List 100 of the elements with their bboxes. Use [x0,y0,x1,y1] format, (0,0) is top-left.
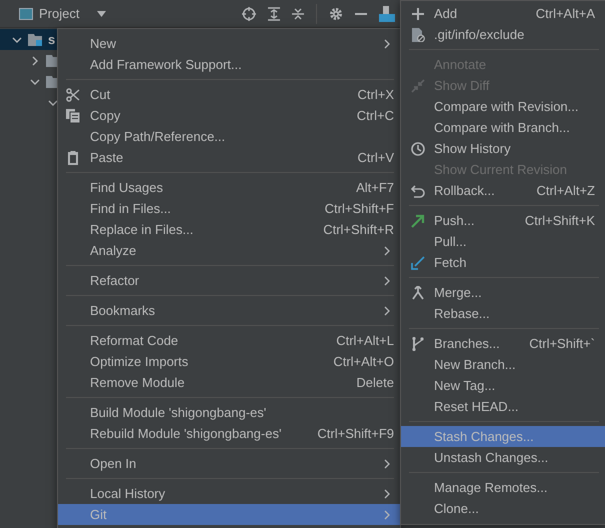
menu-item[interactable]: Clone... [401,498,605,519]
tree-item-label: s [48,32,56,47]
shortcut-label: Ctrl+Alt+A [536,6,595,21]
undo-arrow-icon [411,184,425,198]
menu-item-label: Copy [90,108,120,123]
menu-item[interactable]: Paste Ctrl+V [58,147,400,168]
menu-item[interactable]: Remove Module Delete [58,372,400,393]
menu-item-label: Find Usages [90,180,163,195]
diagonal-arrow-icon [411,214,425,228]
menu-item-label: Rebase... [434,306,490,321]
target-icon[interactable] [242,6,256,20]
menu-item-label: Cut [90,87,110,102]
shortcut-label: Alt+F7 [356,180,394,195]
menu-item[interactable]: New [58,33,400,54]
menu-item-label: Optimize Imports [90,354,188,369]
folder-icon [28,34,42,46]
chevron-icon[interactable] [30,56,40,66]
shortcut-label: Ctrl+Shift+F [324,201,394,216]
menu-item-label: Local History [90,486,166,501]
shortcut-label: Ctrl+Shift+K [524,213,595,228]
menu-item[interactable]: Add Framework Support... [58,54,400,75]
menu-item[interactable]: Copy Ctrl+C [58,105,400,126]
menu-item[interactable]: Open In [58,453,400,474]
menu-item-label: Rollback... [434,183,495,198]
shortcut-label: Ctrl+Shift+` [529,336,595,351]
database-panel-icon[interactable] [379,6,395,22]
menu-item-label: New Tag... [434,378,496,393]
settings-icon[interactable] [329,6,343,20]
menu-item[interactable]: Rebuild Module 'shigongbang-es' Ctrl+Shift+F9 [58,423,400,444]
menu-item[interactable]: Replace in Files... Ctrl+Shift+R [58,219,400,240]
chevron-icon[interactable] [30,76,40,86]
menu-item[interactable]: New Tag... [401,375,605,396]
menu-item[interactable]: Branches... Ctrl+Shift+` [401,333,605,354]
menu-item-label: Unstash Changes... [434,450,548,465]
window-icon [19,8,33,20]
menu-item-label: Branches... [434,336,500,351]
menu-item[interactable]: Push... Ctrl+Shift+K [401,210,605,231]
menu-item[interactable]: Bookmarks [58,300,400,321]
menu-item-label: Replace in Files... [90,222,194,237]
menu-item-label: Manage Remotes... [434,480,548,495]
chevron-icon[interactable] [48,98,58,108]
menu-item[interactable]: Find in Files... Ctrl+Shift+F [58,198,400,219]
shortcut-label: Ctrl+Alt+O [333,354,394,369]
menu-item-label: Bookmarks [90,303,156,318]
collapse-all-icon[interactable] [292,6,304,20]
menu-item-label: Reformat Code [90,333,178,348]
menu-item-label: New [90,36,116,51]
menu-item-label: Compare with Branch... [434,120,570,135]
panel-title[interactable]: Project [39,6,80,21]
menu-item-label: Remove Module [90,375,185,390]
scissors-icon [66,88,80,102]
menu-item[interactable]: New Branch... [401,354,605,375]
shortcut-label: Ctrl+Shift+R [323,222,394,237]
menu-item[interactable]: Find Usages Alt+F7 [58,177,400,198]
menu-item[interactable]: Reset HEAD... [401,396,605,417]
minimize-icon[interactable] [355,12,367,14]
menu-item[interactable]: Manage Remotes... [401,477,605,498]
shortcut-label: Ctrl+X [358,87,394,102]
menu-item[interactable]: Compare with Branch... [401,117,605,138]
menu-item[interactable]: Analyze [58,240,400,261]
menu-item-label: Refactor [90,273,140,288]
shortcut-label: Ctrl+V [358,150,394,165]
menu-item-label: Clone... [434,501,479,516]
menu-item-label: Merge... [434,285,482,300]
merge-icon [411,286,425,300]
caret-icon[interactable] [97,10,106,16]
menu-item-label: Copy Path/Reference... [90,129,226,144]
menu-item-label: Add Framework Support... [90,57,242,72]
menu-item-label: Rebuild Module 'shigongbang-es' [90,426,282,441]
menu-item-label: Stash Changes... [434,429,534,444]
menu-item[interactable]: Local History [58,483,400,504]
menu-item[interactable]: Rebase... [401,303,605,324]
menu-item[interactable]: Merge... [401,282,605,303]
menu-item[interactable]: Unstash Changes... [401,447,605,468]
menu-item[interactable]: Copy Path/Reference... [58,126,400,147]
branch-icon [411,336,425,350]
menu-item[interactable]: Show History [401,138,605,159]
menu-item-label: Pull... [434,234,467,249]
menu-item[interactable]: Fetch [401,252,605,273]
chevron-icon[interactable] [12,34,22,44]
menu-item-label: Push... [434,213,474,228]
menu-item[interactable]: Pull... [401,231,605,252]
menu-item[interactable]: Add Ctrl+Alt+A [401,3,605,24]
menu-item[interactable]: Cut Ctrl+X [58,84,400,105]
menu-item-label: Paste [90,150,124,165]
plus-icon [411,6,425,20]
menu-item[interactable]: Compare with Revision... [401,96,605,117]
expand-all-icon[interactable] [268,6,280,20]
copy-icon [66,108,80,122]
menu-item-label: Find in Files... [90,201,171,216]
menu-item[interactable]: .git/info/exclude [401,24,605,45]
menu-item[interactable]: Optimize Imports Ctrl+Alt+O [58,351,400,372]
menu-item[interactable]: Reformat Code Ctrl+Alt+L [58,330,400,351]
clipboard-icon [66,150,80,164]
menu-item[interactable]: Rollback... Ctrl+Alt+Z [401,180,605,201]
menu-item-label: Reset HEAD... [434,399,519,414]
menu-item-label: .git/info/exclude [434,27,524,42]
menu-item[interactable]: Refactor [58,270,400,291]
menu-item[interactable]: Build Module 'shigongbang-es' [58,402,400,423]
diff-arrows-icon [411,78,425,92]
